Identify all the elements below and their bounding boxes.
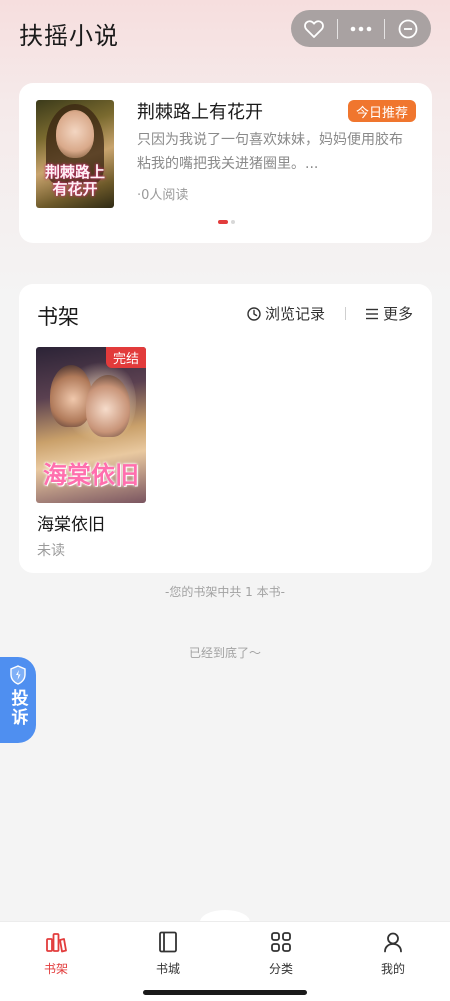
tab-bookstore[interactable]: 书城 xyxy=(133,931,203,977)
clock-icon xyxy=(247,306,261,321)
more-button[interactable] xyxy=(338,10,384,47)
bookshelf-card: 书架 浏览记录 更多 完结 海棠依旧 海棠依旧 未读 xyxy=(19,284,432,573)
recommend-book-description: 只因为我说了一句喜欢妹妹，妈妈便用胶布粘我的嘴把我关进猪圈里。... xyxy=(137,132,403,172)
bookshelf-title: 书架 xyxy=(37,305,79,329)
bookshelf-icon xyxy=(46,933,67,953)
shelf-book-cover[interactable]: 完结 海棠依旧 xyxy=(36,347,146,503)
more-dots-icon xyxy=(350,26,372,31)
menu-lines-icon xyxy=(366,308,378,319)
shield-icon xyxy=(10,665,26,685)
carousel-dot xyxy=(231,220,235,224)
header-separator xyxy=(345,307,346,320)
tab-label: 分类 xyxy=(268,962,293,976)
recommend-book-cover[interactable]: 荆棘路上有花开 xyxy=(36,100,114,208)
tab-category[interactable]: 分类 xyxy=(246,931,316,977)
heart-icon xyxy=(304,19,324,38)
user-icon xyxy=(384,932,402,953)
complaint-label: 投诉 xyxy=(7,689,28,727)
recommend-book-title[interactable]: 荆棘路上有花开 xyxy=(137,98,263,124)
shelf-book-title[interactable]: 海棠依旧 xyxy=(37,510,105,535)
carousel-dot-active xyxy=(218,220,228,224)
minus-circle-icon xyxy=(398,19,418,38)
complaint-button[interactable]: 投诉 xyxy=(0,657,36,743)
home-indicator xyxy=(143,990,307,995)
app-title: 扶摇小说 xyxy=(19,22,119,50)
shelf-book-read-status: 未读 xyxy=(37,543,65,559)
tab-bookshelf[interactable]: 书架 xyxy=(21,931,91,977)
close-miniapp-button[interactable] xyxy=(385,10,431,47)
browse-history-button[interactable]: 浏览记录 xyxy=(247,303,325,324)
bottom-tab-bar: 书架 书城 分类 我的 xyxy=(0,921,450,1001)
browse-history-label: 浏览记录 xyxy=(265,305,326,323)
recommend-card[interactable]: 荆棘路上有花开 荆棘路上有花开 今日推荐 只因为我说了一句喜欢妹妹，妈妈便用胶布… xyxy=(19,83,432,243)
favorite-button[interactable] xyxy=(291,10,337,47)
book-icon xyxy=(159,931,177,953)
cover-title-text: 海棠依旧 xyxy=(43,460,139,489)
cover-title-text: 荆棘路上有花开 xyxy=(44,163,105,198)
grid-icon xyxy=(271,932,291,952)
tab-label: 我的 xyxy=(380,962,405,976)
recommend-reader-count: ·0人阅读 xyxy=(137,188,189,203)
completed-badge: 完结 xyxy=(106,347,146,368)
cover-art xyxy=(86,375,130,437)
shelf-more-label: 更多 xyxy=(383,305,414,323)
tab-label: 书城 xyxy=(155,962,180,976)
shelf-more-button[interactable]: 更多 xyxy=(365,303,413,324)
tab-mine[interactable]: 我的 xyxy=(358,931,428,977)
end-of-list-text: 已经到底了～ xyxy=(188,646,261,660)
cover-art xyxy=(56,110,94,158)
carousel-indicator xyxy=(218,220,235,224)
shelf-count-text: -您的书架中共 1 本书- xyxy=(165,585,285,599)
tab-label: 书架 xyxy=(43,962,68,976)
mini-program-capsule xyxy=(291,10,431,47)
today-recommend-badge: 今日推荐 xyxy=(347,100,416,122)
